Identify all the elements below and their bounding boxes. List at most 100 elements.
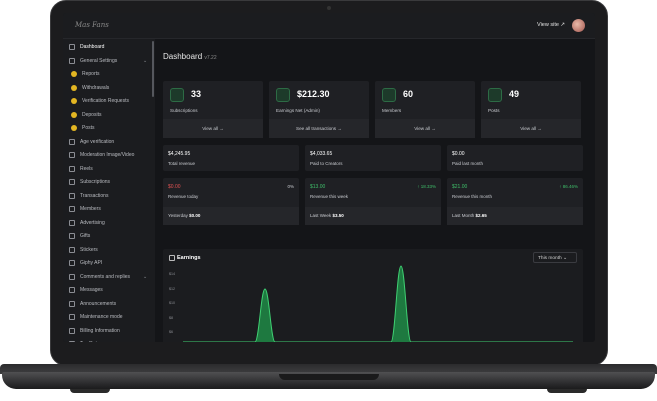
stat-label: Earnings Net (Admin) bbox=[276, 108, 320, 113]
period-card: $21.00 ↑ 86.46% Revenue this month Last … bbox=[447, 178, 583, 225]
sidebar-item-label: Subscriptions bbox=[80, 179, 111, 185]
menu-icon bbox=[69, 287, 75, 293]
laptop-foot bbox=[70, 389, 110, 393]
page-title: Dashboard v7.22 bbox=[163, 52, 217, 61]
app-logo[interactable]: Mas Fans bbox=[75, 21, 109, 29]
stat-card: $212.30 Earnings Net (Admin) See all tra… bbox=[269, 81, 369, 138]
period-previous: Last Week $3.50 bbox=[305, 207, 441, 225]
earnings-chart-card: Earnings This month ⌄ $14$12$10$8$6$4 bbox=[163, 249, 583, 342]
menu-icon bbox=[69, 165, 75, 172]
previous-label: Last Week bbox=[310, 213, 332, 218]
stat-link[interactable]: View all → bbox=[163, 119, 263, 138]
previous-value: $0.00 bbox=[189, 213, 201, 218]
sidebar-item[interactable]: General Settings ⌄ bbox=[69, 55, 147, 67]
sidebar-item[interactable]: Withdrawals bbox=[71, 82, 109, 94]
sidebar-item[interactable]: Messages bbox=[69, 284, 103, 296]
version-label: v7.22 bbox=[204, 55, 217, 61]
sidebar-item[interactable]: Members bbox=[69, 203, 101, 215]
revenue-value: $4,033.65 bbox=[310, 151, 333, 157]
sidebar-scrollbar[interactable] bbox=[152, 41, 154, 97]
stat-label: Members bbox=[382, 108, 402, 113]
sidebar-item[interactable]: Comments and replies ⌄ bbox=[69, 271, 147, 283]
laptop-foot bbox=[547, 389, 587, 393]
chevron-down-icon: ⌄ bbox=[143, 273, 148, 280]
revenue-label: Paid last month bbox=[452, 161, 484, 166]
menu-icon bbox=[69, 341, 75, 342]
view-site-link[interactable]: View site ↗ bbox=[537, 22, 565, 28]
stat-icon bbox=[488, 88, 502, 102]
period-previous: Yesterday $0.00 bbox=[163, 207, 299, 225]
sidebar-item[interactable]: Stickers bbox=[69, 244, 98, 256]
revenue-label: Paid to Creators bbox=[310, 161, 343, 166]
sidebar-item-label: Posts bbox=[82, 125, 95, 131]
page-title-text: Dashboard bbox=[163, 52, 203, 61]
period-card: $0.00 0% Revenue today Yesterday $0.00 bbox=[163, 178, 299, 225]
sidebar-item[interactable]: Reels bbox=[69, 163, 93, 175]
stat-icon bbox=[170, 88, 184, 102]
sidebar-item[interactable]: Moderation Image/Video bbox=[69, 149, 134, 161]
chevron-down-icon: ⌄ bbox=[143, 57, 148, 64]
sidebar-item-label: Messages bbox=[80, 287, 103, 293]
period-label: Revenue this week bbox=[310, 194, 349, 199]
previous-value: $2.65 bbox=[475, 213, 487, 218]
sidebar-item[interactable]: Deposits bbox=[71, 109, 101, 121]
stat-link[interactable]: View all → bbox=[375, 119, 475, 138]
sidebar-item[interactable]: Gifts bbox=[69, 230, 90, 242]
sidebar-item[interactable]: Announcements bbox=[69, 298, 116, 310]
period-label: Revenue today bbox=[168, 194, 199, 199]
sidebar-item-label: Members bbox=[80, 206, 101, 212]
previous-value: $3.50 bbox=[332, 213, 344, 218]
top-bar: Mas Fans View site ↗ bbox=[63, 13, 595, 39]
camera bbox=[327, 6, 331, 10]
menu-icon bbox=[71, 111, 77, 118]
avatar[interactable] bbox=[572, 19, 585, 32]
menu-icon bbox=[69, 138, 75, 145]
sidebar-item-label: Maintenance mode bbox=[80, 314, 123, 320]
period-label: Revenue this month bbox=[452, 194, 493, 199]
sidebar-item-label: Comments and replies bbox=[80, 273, 131, 280]
sidebar-item[interactable]: Tax Rates bbox=[69, 338, 102, 342]
sidebar-item-label: Age verification bbox=[80, 138, 115, 145]
sidebar-item[interactable]: Dashboard bbox=[69, 41, 104, 53]
menu-icon bbox=[71, 125, 77, 131]
stat-value: $212.30 bbox=[297, 89, 330, 99]
menu-icon bbox=[69, 57, 75, 64]
sidebar-item[interactable]: Giphy API bbox=[69, 257, 102, 269]
stat-link[interactable]: View all → bbox=[481, 119, 581, 138]
period-percent: ↑ 86.46% bbox=[559, 184, 578, 189]
menu-icon bbox=[69, 327, 75, 334]
revenue-value: $0.00 bbox=[452, 151, 465, 157]
sidebar-item[interactable]: Reports bbox=[71, 68, 100, 80]
revenue-card: $4,245.95 Total revenue bbox=[163, 145, 299, 171]
sidebar-item-label: Gifts bbox=[80, 233, 91, 239]
earnings-chart bbox=[183, 265, 573, 342]
sidebar-item-label: Reports bbox=[82, 71, 100, 77]
screen: Mas Fans View site ↗ Dashboard General Se… bbox=[63, 13, 595, 342]
sidebar-item[interactable]: Billing Information bbox=[69, 325, 120, 337]
main-content: Dashboard v7.22 33 Subscriptions View al… bbox=[155, 39, 595, 342]
menu-icon bbox=[69, 219, 75, 226]
sidebar-item[interactable]: Age verification bbox=[69, 136, 114, 148]
sidebar-item[interactable]: Subscriptions bbox=[69, 176, 110, 188]
revenue-card: $4,033.65 Paid to Creators bbox=[305, 145, 441, 171]
stat-link[interactable]: See all transactions → bbox=[269, 119, 369, 138]
stat-icon bbox=[276, 88, 290, 102]
laptop-notch bbox=[279, 374, 379, 380]
sidebar-item[interactable]: Advertising bbox=[69, 217, 105, 229]
menu-icon bbox=[69, 44, 75, 50]
sidebar-item-label: Advertising bbox=[80, 219, 105, 226]
stat-label: Subscriptions bbox=[170, 108, 198, 113]
sidebar-item[interactable]: Posts bbox=[71, 122, 95, 134]
sidebar-item[interactable]: Transactions bbox=[69, 190, 108, 202]
sidebar-item-label: Announcements bbox=[80, 300, 117, 307]
stat-value: 60 bbox=[403, 89, 414, 99]
sidebar-item[interactable]: Verification Requests bbox=[71, 95, 129, 107]
sidebar-item[interactable]: Maintenance mode bbox=[69, 311, 123, 323]
sidebar-item-label: Reels bbox=[80, 165, 93, 172]
menu-icon bbox=[69, 246, 75, 253]
revenue-value: $4,245.95 bbox=[168, 151, 191, 157]
stat-card: 60 Members View all → bbox=[375, 81, 475, 138]
sidebar-item-label: Giphy API bbox=[80, 260, 103, 266]
period-card: $13.00 ↑ 18.33% Revenue this week Last W… bbox=[305, 178, 441, 225]
period-previous: Last Month $2.65 bbox=[447, 207, 583, 225]
